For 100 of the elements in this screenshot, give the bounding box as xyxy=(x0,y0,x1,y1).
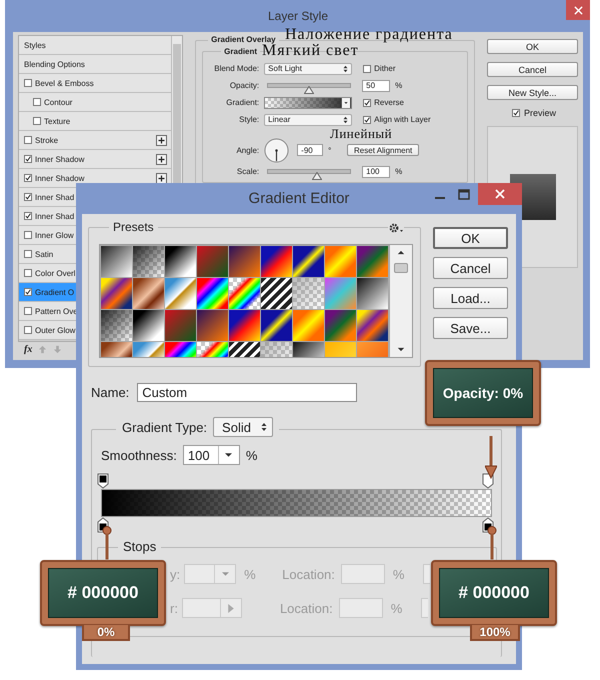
gradient-swatch[interactable] xyxy=(197,278,228,309)
gradient-swatch[interactable] xyxy=(293,310,324,341)
dropdown[interactable]: Solid xyxy=(213,417,274,437)
caption-label: Мягкий свет xyxy=(262,42,359,60)
name-field[interactable]: Custom xyxy=(137,383,358,402)
effect-list-item[interactable]: Blending Options xyxy=(19,55,172,74)
checkbox[interactable] xyxy=(33,98,41,106)
gradient-swatch[interactable] xyxy=(261,310,292,341)
checkbox[interactable] xyxy=(24,174,32,182)
field-label: Smoothness: xyxy=(101,448,177,462)
effect-list-item[interactable]: Stroke xyxy=(19,131,172,150)
window-title: Gradient Editor xyxy=(248,190,350,207)
fx-button[interactable]: fx xyxy=(24,344,32,355)
gradient-swatch[interactable] xyxy=(229,310,260,341)
number-field[interactable]: -90 xyxy=(297,144,324,156)
checkbox[interactable] xyxy=(363,116,372,124)
opacity-stop-icon[interactable] xyxy=(97,473,109,489)
gradient-swatch[interactable] xyxy=(325,310,356,341)
sign-text: Opacity: 0% xyxy=(433,368,533,418)
dropdown[interactable]: Soft Light xyxy=(264,62,352,74)
opacity-stop-icon[interactable] xyxy=(482,473,494,489)
up-down-arrows-icon xyxy=(343,116,348,124)
checkbox[interactable] xyxy=(24,79,32,87)
field-label: Location: xyxy=(282,566,335,582)
gradient-swatch[interactable] xyxy=(133,246,164,277)
slider-thumb[interactable] xyxy=(304,86,314,94)
checkbox[interactable] xyxy=(363,98,372,106)
checkbox[interactable] xyxy=(24,136,32,144)
gradient-swatch[interactable] xyxy=(261,246,292,277)
scroll-thumb[interactable] xyxy=(394,263,408,273)
checkbox[interactable] xyxy=(33,117,41,125)
unit-label: % xyxy=(246,448,258,462)
gradient-swatch[interactable] xyxy=(133,278,164,309)
dialog-button[interactable]: Save... xyxy=(433,317,508,339)
checkbox[interactable] xyxy=(24,212,32,220)
close-button[interactable] xyxy=(566,0,590,20)
gradient-swatch[interactable] xyxy=(197,246,228,277)
gradient-swatch[interactable] xyxy=(165,246,196,277)
number-field[interactable]: 50 xyxy=(362,80,390,92)
dialog-button[interactable]: Load... xyxy=(433,287,508,309)
caret-icon xyxy=(222,572,229,576)
effect-list-item[interactable]: Styles xyxy=(19,36,172,55)
checkbox[interactable] xyxy=(512,109,520,117)
gradient-swatch[interactable] xyxy=(165,310,196,341)
reset-alignment-button[interactable]: Reset Alignment xyxy=(347,144,420,156)
checkbox-label: Align with Layer xyxy=(374,115,431,124)
dialog-button[interactable]: OK xyxy=(487,39,578,54)
gradient-swatch[interactable] xyxy=(357,310,388,341)
close-button[interactable] xyxy=(478,183,522,205)
dialog-button[interactable]: OK xyxy=(433,227,508,249)
caption-label: Линейный xyxy=(330,126,392,142)
dialog-button[interactable]: Cancel xyxy=(487,62,578,77)
gradient-swatch[interactable] xyxy=(325,278,356,309)
gradient-swatch[interactable] xyxy=(197,310,228,341)
gradient-swatch[interactable] xyxy=(101,310,132,341)
gradient-swatch[interactable] xyxy=(357,246,388,277)
checkbox[interactable] xyxy=(24,288,32,296)
gradient-swatch[interactable] xyxy=(229,278,260,309)
checkbox-label: Dither xyxy=(374,64,396,73)
plus-icon[interactable] xyxy=(156,172,168,184)
gradient-swatch[interactable] xyxy=(293,278,324,309)
checkbox[interactable] xyxy=(24,193,32,201)
number-field[interactable]: 100 xyxy=(362,166,390,178)
checkbox[interactable] xyxy=(24,155,32,163)
scroll-down-arrow-icon[interactable] xyxy=(397,347,406,352)
checkbox[interactable] xyxy=(24,269,32,277)
angle-dial[interactable] xyxy=(264,138,290,162)
gradient-swatch[interactable] xyxy=(229,246,260,277)
checkbox[interactable] xyxy=(24,250,32,258)
gradient-swatch[interactable] xyxy=(357,278,388,309)
scroll-up-arrow-icon[interactable] xyxy=(397,250,406,255)
field-label: Location: xyxy=(280,600,333,616)
scrollbar[interactable] xyxy=(390,245,412,357)
slider-thumb[interactable] xyxy=(312,172,322,180)
dropdown[interactable]: Linear xyxy=(264,114,352,126)
checkbox[interactable] xyxy=(24,231,32,239)
unit-label: % xyxy=(395,167,404,176)
smoothness-field[interactable]: 100 xyxy=(182,445,240,465)
gradient-swatch[interactable] xyxy=(101,246,132,277)
gradient-swatch[interactable] xyxy=(293,246,324,277)
checkbox[interactable] xyxy=(24,326,32,334)
gradient-swatch[interactable] xyxy=(261,278,292,309)
gradient-swatch[interactable] xyxy=(133,310,164,341)
effect-list-item[interactable]: Bevel & Emboss xyxy=(19,74,172,93)
sign-text: # 000000 xyxy=(48,568,158,618)
effect-list-item[interactable]: Contour xyxy=(19,93,172,112)
gradient-picker[interactable] xyxy=(264,96,352,108)
dialog-button[interactable]: Cancel xyxy=(433,257,508,279)
dialog-button[interactable]: New Style... xyxy=(487,85,578,100)
checkbox[interactable] xyxy=(363,64,372,72)
plus-icon[interactable] xyxy=(156,154,168,164)
plus-icon[interactable] xyxy=(156,134,168,146)
effect-list-item[interactable]: Inner Shadow xyxy=(19,150,172,169)
gradient-swatch[interactable] xyxy=(101,278,132,309)
up-down-arrows-icon xyxy=(261,422,268,432)
close-icon xyxy=(495,189,505,199)
gradient-swatch[interactable] xyxy=(325,246,356,277)
effect-list-item[interactable]: Texture xyxy=(19,112,172,131)
checkbox[interactable] xyxy=(24,307,32,315)
gradient-swatch[interactable] xyxy=(165,278,196,309)
